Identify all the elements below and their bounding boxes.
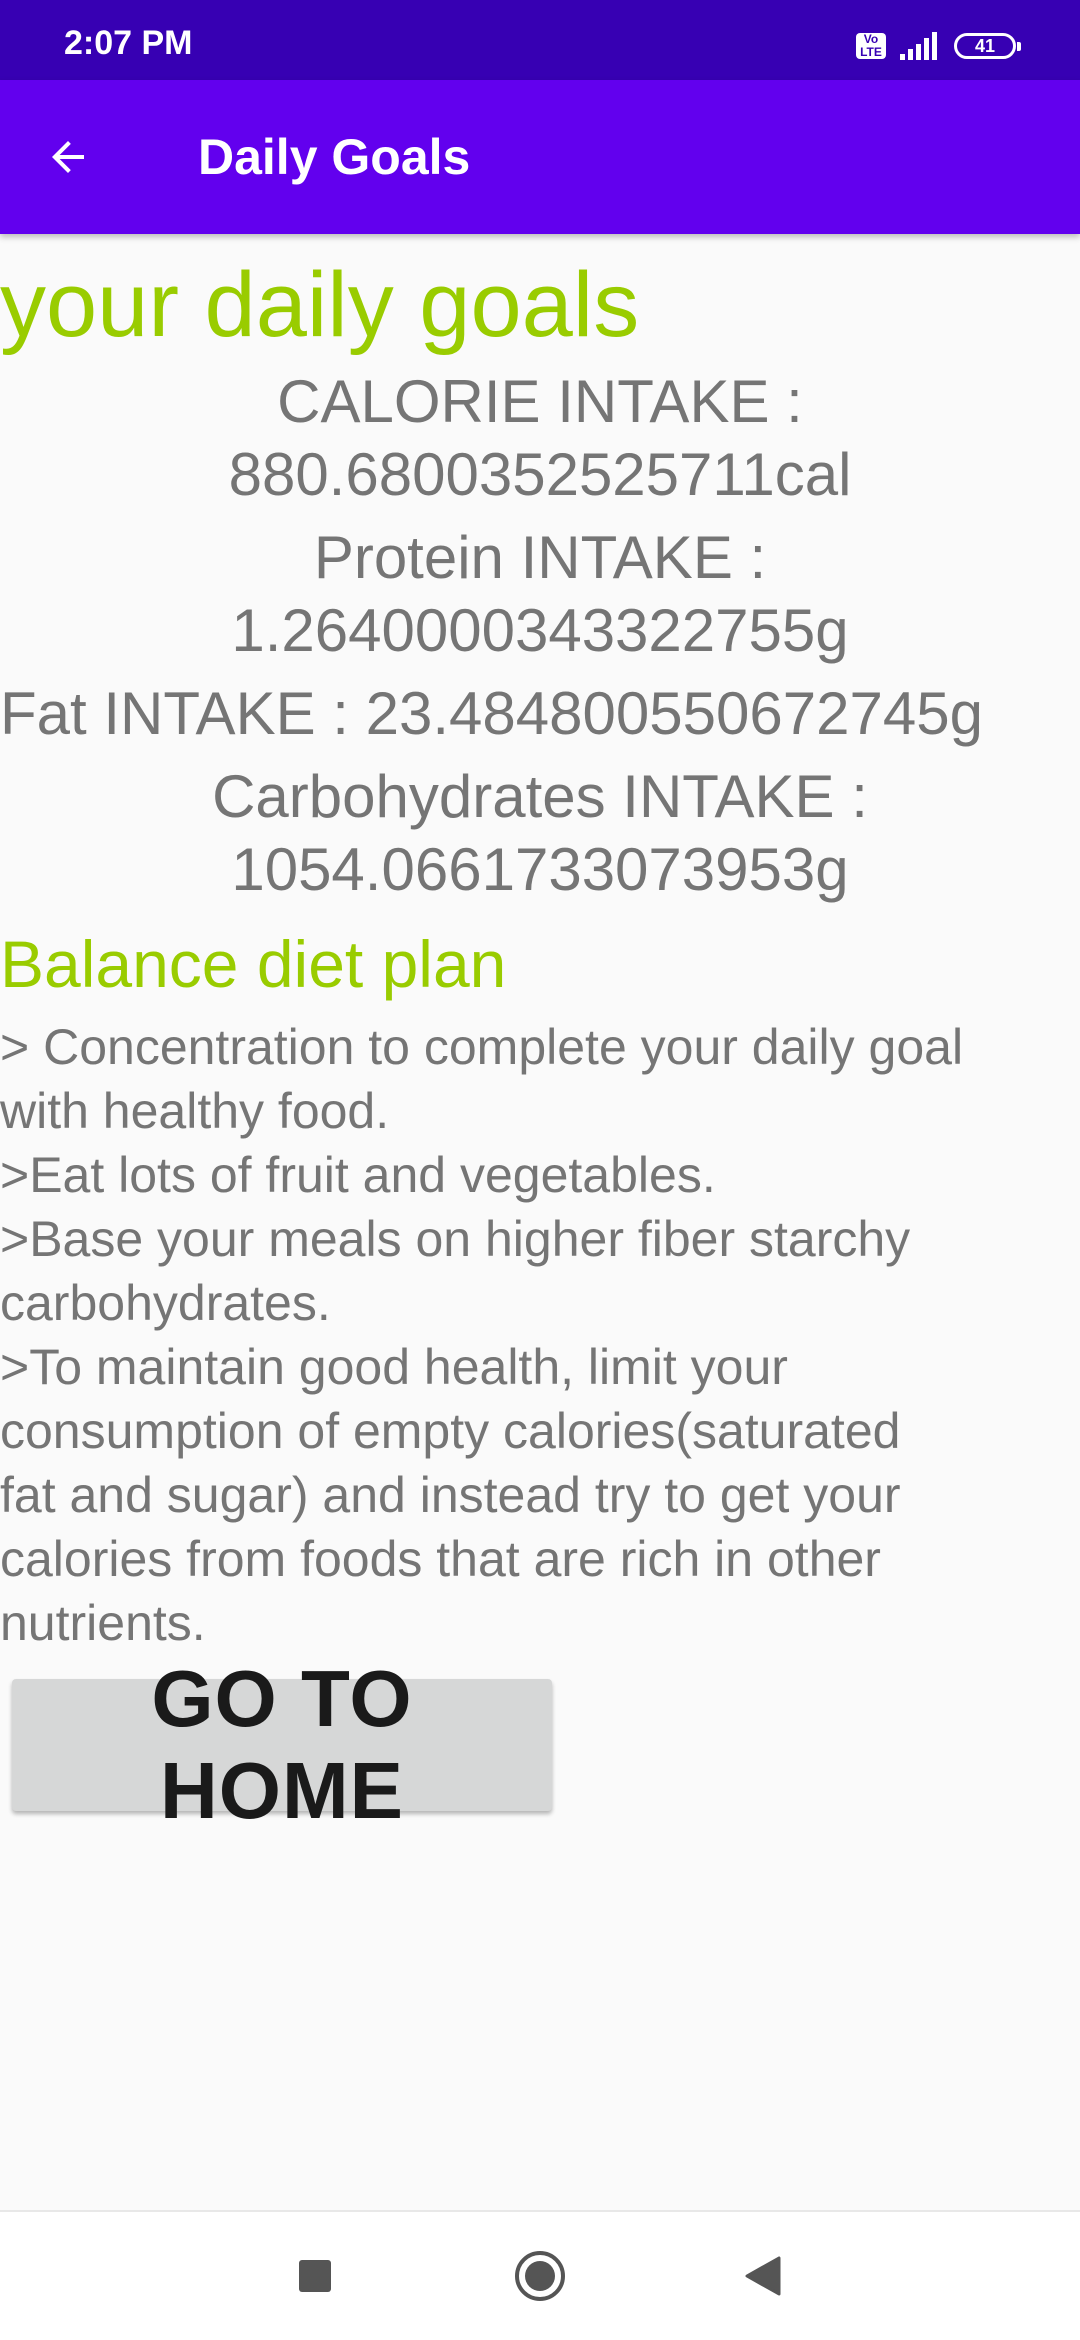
diet-plan-line: >To maintain good health, limit your (0, 1338, 788, 1395)
protein-intake: Protein INTAKE : 1.2640000343322755g (0, 521, 1080, 667)
protein-intake-value: 1.2640000343322755g (231, 597, 849, 665)
battery-icon: 41 (954, 33, 1021, 59)
status-bar: 2:07 PM Vo LTE 41 (0, 0, 1080, 80)
signal-icon (900, 32, 937, 60)
diet-plan-line: with healthy food. (0, 1082, 390, 1139)
back-triangle-icon (745, 2256, 781, 2296)
diet-plan-line: > Concentration to complete your daily g… (0, 1018, 964, 1075)
calorie-intake-label: CALORIE INTAKE : (277, 368, 803, 436)
recents-square-icon (299, 2260, 331, 2292)
diet-plan-line: >Base your meals on higher fiber starchy (0, 1210, 911, 1267)
diet-plan-line: consumption of empty calories(saturated (0, 1402, 901, 1459)
status-icons: Vo LTE 41 (856, 32, 1021, 60)
calorie-intake: CALORIE INTAKE : 880.6800352525711cal (0, 365, 1080, 511)
diet-plan-line: calories from foods that are rich in oth… (0, 1530, 881, 1587)
diet-plan-line: >Eat lots of fruit and vegetables. (0, 1146, 716, 1203)
protein-intake-label: Protein INTAKE : (313, 524, 767, 592)
diet-plan-heading: Balance diet plan (0, 927, 507, 1002)
fat-intake: Fat INTAKE : 23.484800550672745g (0, 680, 983, 748)
goals-heading: your daily goals (0, 254, 640, 356)
calorie-intake-value: 880.6800352525711cal (228, 441, 852, 509)
page-title: Daily Goals (198, 129, 471, 185)
diet-plan-line: carbohydrates. (0, 1274, 331, 1331)
volte-icon: Vo LTE (856, 33, 886, 59)
diet-plan-text: > Concentration to complete your daily g… (0, 1015, 1080, 1655)
battery-level: 41 (974, 36, 996, 56)
diet-plan-line: nutrients. (0, 1594, 206, 1651)
back-nav-button[interactable] (724, 2238, 800, 2314)
recents-button[interactable] (277, 2238, 353, 2314)
system-nav-bar (0, 2212, 1080, 2340)
status-time: 2:07 PM (64, 24, 193, 62)
carbohydrates-intake: Carbohydrates INTAKE : 1054.066173307395… (0, 760, 1080, 906)
carbohydrates-intake-label: Carbohydrates INTAKE : (212, 763, 868, 831)
home-nav-button[interactable] (502, 2238, 578, 2314)
main-content: your daily goals CALORIE INTAKE : 880.68… (0, 234, 1080, 1835)
home-circle-icon (515, 2251, 565, 2301)
go-to-home-button[interactable]: GO TO HOME (12, 1654, 552, 1835)
arrow-back-icon (52, 141, 84, 173)
carbohydrates-intake-value: 1054.0661733073953g (231, 836, 849, 904)
diet-plan-line: fat and sugar) and instead try to get yo… (0, 1466, 901, 1523)
app-bar: Daily Goals (0, 80, 1080, 234)
screen: 2:07 PM Vo LTE 41 Daily Goals your daily … (0, 0, 1080, 2340)
back-button[interactable] (30, 119, 106, 195)
